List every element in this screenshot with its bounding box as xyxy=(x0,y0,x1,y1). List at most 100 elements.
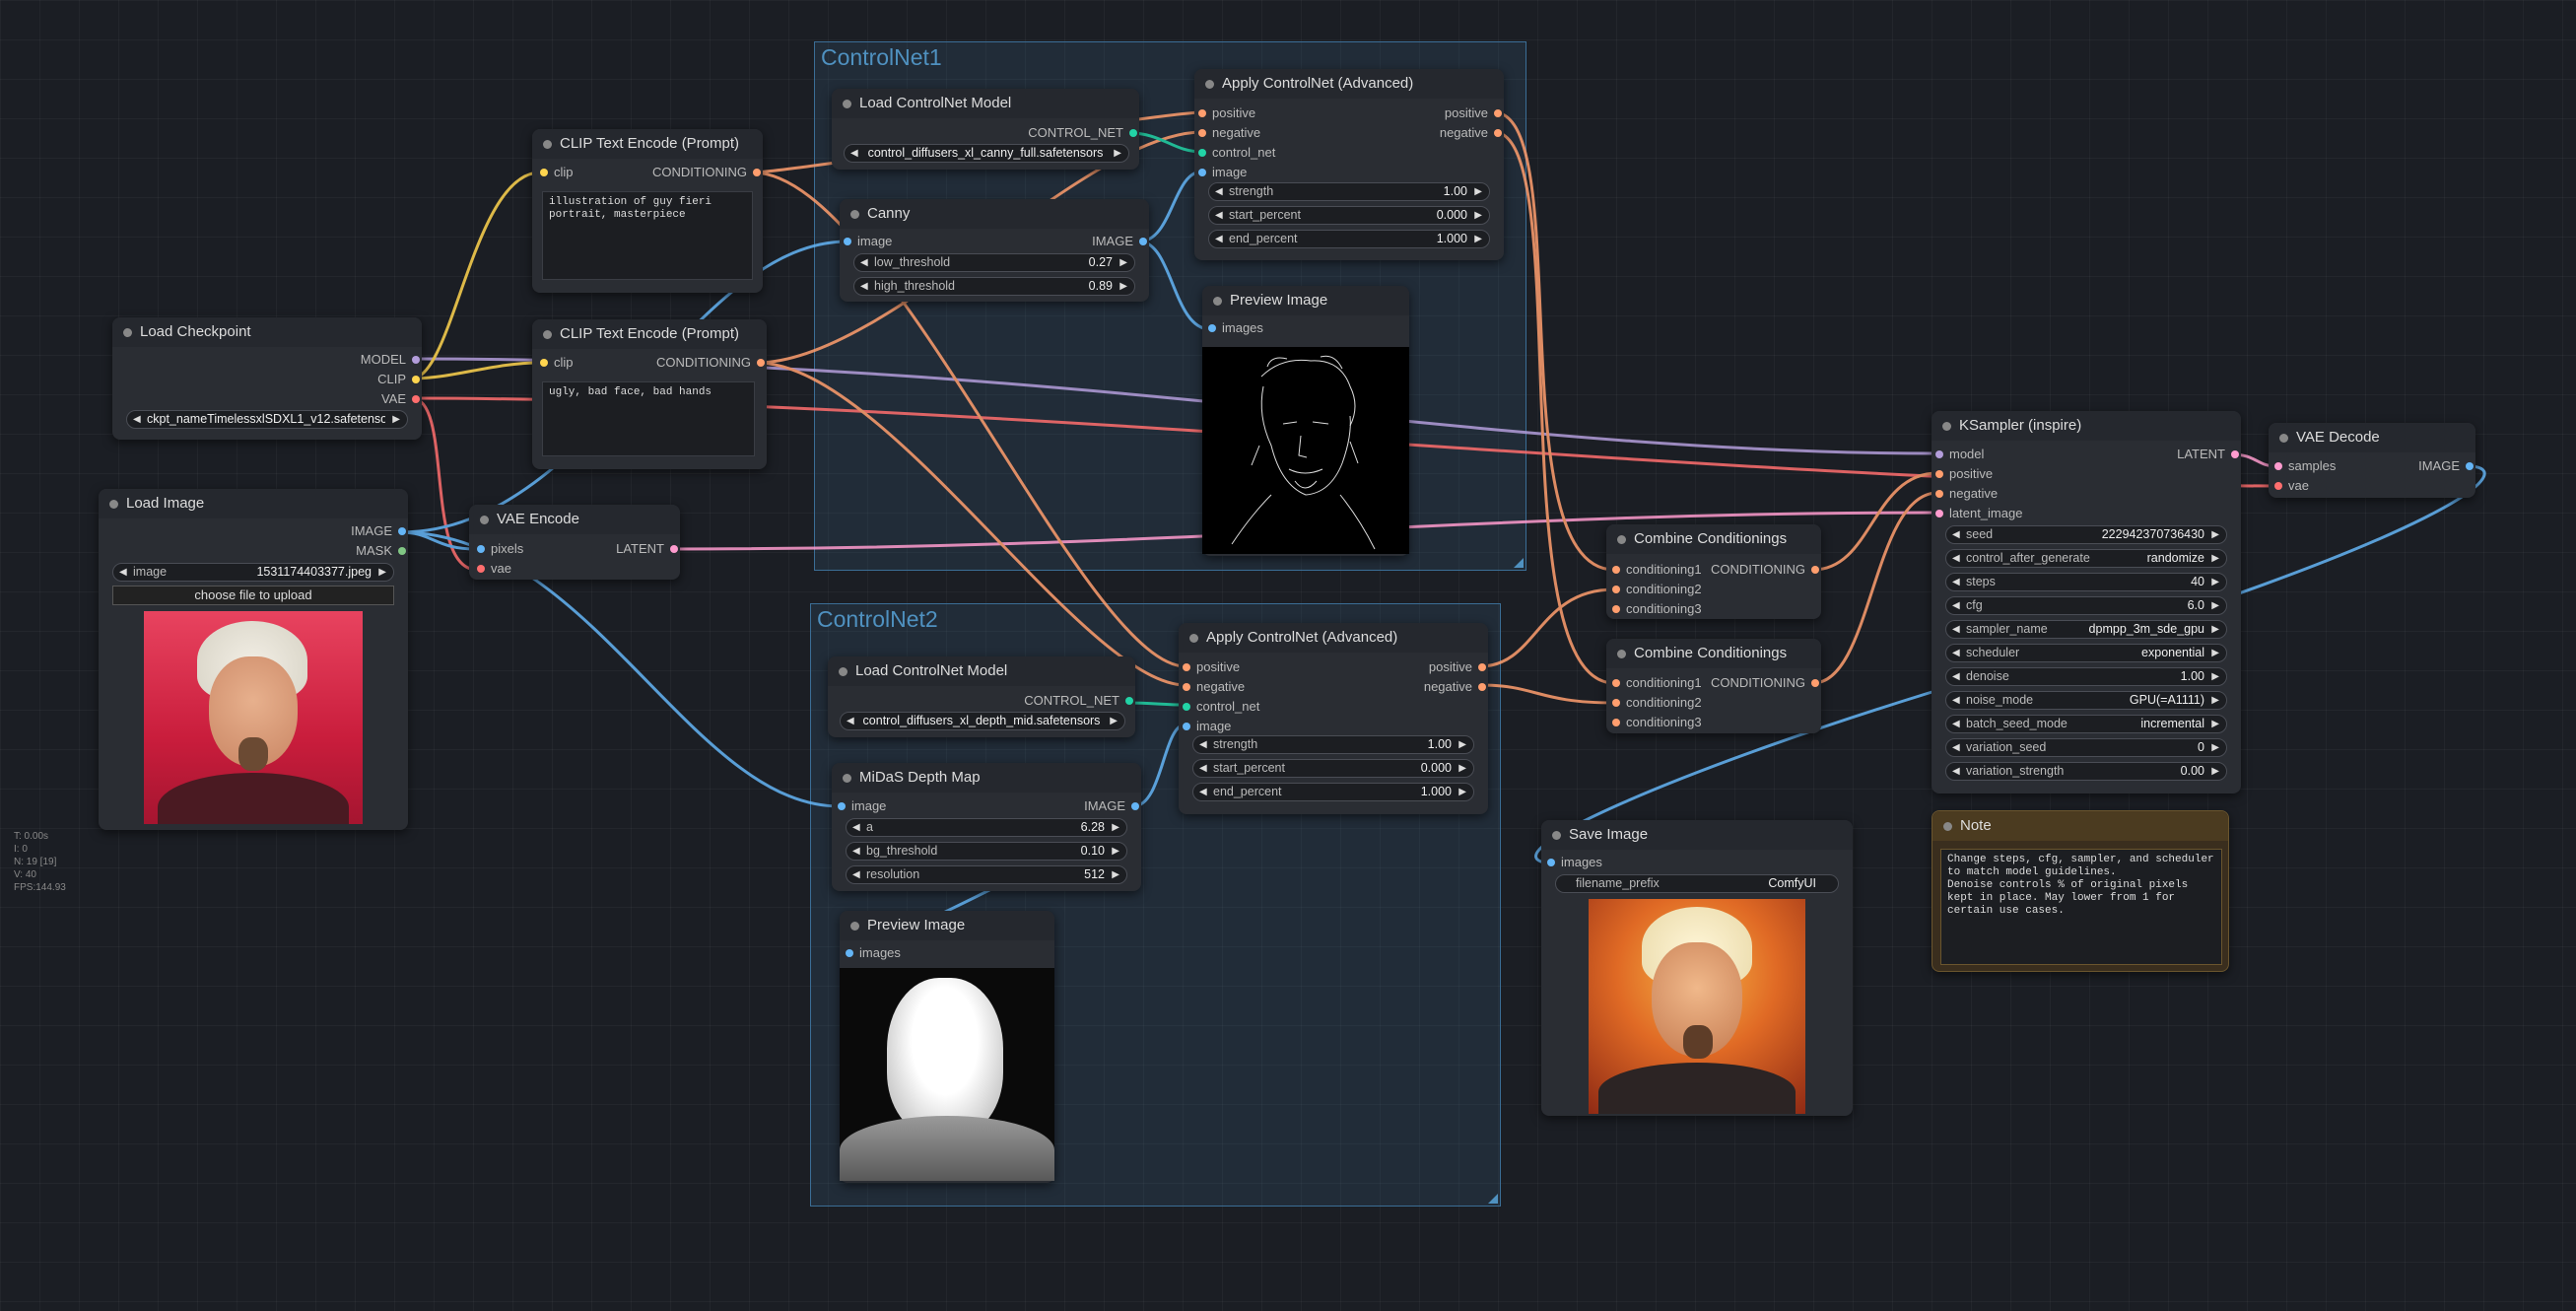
input-images[interactable]: images xyxy=(1208,319,1263,337)
node-canny[interactable]: Canny image IMAGE ◀ low_threshold 0.27 ▶ ◀ h… xyxy=(840,199,1149,302)
resolution-slider[interactable]: ◀ resolution 512 ▶ xyxy=(846,865,1127,884)
input-clip[interactable]: clip xyxy=(540,354,574,372)
control-after-generate-widget[interactable]: ◀ control_after_generate randomize ▶ xyxy=(1945,549,2227,568)
node-title[interactable]: VAE Encode xyxy=(469,505,680,534)
input-image[interactable]: image xyxy=(1198,164,1247,181)
scheduler-widget[interactable]: ◀ scheduler exponential ▶ xyxy=(1945,644,2227,662)
node-clip-text-encode-positive[interactable]: CLIP Text Encode (Prompt) clip CONDITION… xyxy=(532,129,763,293)
prompt-textarea[interactable]: illustration of guy fieri portrait, mast… xyxy=(542,191,753,280)
group-resize-handle[interactable] xyxy=(1488,1194,1498,1204)
node-apply-controlnet-2[interactable]: Apply ControlNet (Advanced) positive neg… xyxy=(1179,623,1488,814)
input-positive[interactable]: positive xyxy=(1183,658,1240,676)
input-image[interactable]: image xyxy=(838,797,886,815)
input-conditioning1[interactable]: conditioning1 xyxy=(1612,561,1702,579)
collapse-dot[interactable] xyxy=(843,100,851,108)
output-positive[interactable]: positive xyxy=(1445,104,1502,122)
collapse-dot[interactable] xyxy=(1617,650,1626,658)
collapse-dot[interactable] xyxy=(480,516,489,524)
output-conditioning[interactable]: CONDITIONING xyxy=(652,164,761,181)
output-clip[interactable]: CLIP xyxy=(377,371,420,388)
denoise-widget[interactable]: ◀ denoise 1.00 ▶ xyxy=(1945,667,2227,686)
node-title[interactable]: KSampler (inspire) xyxy=(1932,411,2241,441)
input-conditioning3[interactable]: conditioning3 xyxy=(1612,600,1702,618)
strength-slider[interactable]: ◀ strength 1.00 ▶ xyxy=(1208,182,1490,201)
node-title[interactable]: Load Image xyxy=(99,489,408,518)
input-conditioning2[interactable]: conditioning2 xyxy=(1612,581,1702,598)
prompt-textarea[interactable]: ugly, bad face, bad hands xyxy=(542,381,755,456)
node-load-controlnet-model-2[interactable]: Load ControlNet Model CONTROL_NET ◀ contr… xyxy=(828,656,1135,737)
seed-widget[interactable]: ◀ seed 222942370736430 ▶ xyxy=(1945,525,2227,544)
collapse-dot[interactable] xyxy=(850,922,859,931)
variation-strength-widget[interactable]: ◀ variation_strength 0.00 ▶ xyxy=(1945,762,2227,781)
collapse-dot[interactable] xyxy=(1189,634,1198,643)
upload-button[interactable]: choose file to upload xyxy=(112,586,394,605)
node-combine-conditionings-1[interactable]: Combine Conditionings conditioning1 cond… xyxy=(1606,524,1821,619)
steps-widget[interactable]: ◀ steps 40 ▶ xyxy=(1945,573,2227,591)
output-image[interactable]: IMAGE xyxy=(1084,797,1139,815)
input-conditioning3[interactable]: conditioning3 xyxy=(1612,714,1702,731)
ckpt-name-combo[interactable]: ◀ ckpt_nameTimelessxlSDXL1_v12.safetensor… xyxy=(126,410,408,429)
collapse-dot[interactable] xyxy=(850,210,859,219)
output-image[interactable]: IMAGE xyxy=(351,522,406,540)
node-title[interactable]: Load ControlNet Model xyxy=(828,656,1135,686)
collapse-dot[interactable] xyxy=(109,500,118,509)
collapse-dot[interactable] xyxy=(543,140,552,149)
input-samples[interactable]: samples xyxy=(2274,457,2336,475)
filename-prefix-field[interactable]: filename_prefix ComfyUI xyxy=(1555,874,1839,893)
node-title[interactable]: CLIP Text Encode (Prompt) xyxy=(532,319,767,349)
node-title[interactable]: Preview Image xyxy=(1202,286,1409,315)
output-negative[interactable]: negative xyxy=(1440,124,1502,142)
collapse-dot[interactable] xyxy=(839,667,847,676)
node-load-controlnet-model-1[interactable]: Load ControlNet Model CONTROL_NET ◀ contr… xyxy=(832,89,1139,170)
sampler-name-widget[interactable]: ◀ sampler_name dpmpp_3m_sde_gpu ▶ xyxy=(1945,620,2227,639)
input-vae[interactable]: vae xyxy=(2274,477,2309,495)
output-image[interactable]: IMAGE xyxy=(1092,233,1147,250)
node-title[interactable]: Preview Image xyxy=(840,911,1054,940)
output-control-net[interactable]: CONTROL_NET xyxy=(1024,692,1133,710)
node-vae-decode[interactable]: VAE Decode samples vae IMAGE xyxy=(2269,423,2475,498)
high-threshold-slider[interactable]: ◀ high_threshold 0.89 ▶ xyxy=(853,277,1135,296)
node-title[interactable]: CLIP Text Encode (Prompt) xyxy=(532,129,763,159)
input-conditioning2[interactable]: conditioning2 xyxy=(1612,694,1702,712)
input-image[interactable]: image xyxy=(844,233,892,250)
collapse-dot[interactable] xyxy=(123,328,132,337)
collapse-dot[interactable] xyxy=(1617,535,1626,544)
node-title[interactable]: Combine Conditionings xyxy=(1606,639,1821,668)
node-apply-controlnet-1[interactable]: Apply ControlNet (Advanced) positive neg… xyxy=(1194,69,1504,260)
collapse-dot[interactable] xyxy=(1213,297,1222,306)
collapse-dot[interactable] xyxy=(1943,822,1952,831)
node-title[interactable]: Apply ControlNet (Advanced) xyxy=(1194,69,1504,99)
output-conditioning[interactable]: CONDITIONING xyxy=(1711,674,1819,692)
bg-threshold-slider[interactable]: ◀ bg_threshold 0.10 ▶ xyxy=(846,842,1127,861)
input-control-net[interactable]: control_net xyxy=(1198,144,1275,162)
collapse-dot[interactable] xyxy=(1552,831,1561,840)
collapse-dot[interactable] xyxy=(2279,434,2288,443)
strength-slider[interactable]: ◀ strength 1.00 ▶ xyxy=(1192,735,1474,754)
node-title[interactable]: Load Checkpoint xyxy=(112,317,422,347)
controlnet-name-combo[interactable]: ◀ control_diffusers_xl_canny_full.safeten… xyxy=(844,144,1129,163)
output-latent[interactable]: LATENT xyxy=(616,540,678,558)
controlnet-name-combo[interactable]: ◀ control_diffusers_xl_depth_mid.safetens… xyxy=(840,712,1125,730)
image-combo[interactable]: ◀ image 1531174403377.jpeg ▶ xyxy=(112,563,394,582)
node-ksampler-inspire[interactable]: KSampler (inspire) model positive negati… xyxy=(1932,411,2241,794)
output-positive[interactable]: positive xyxy=(1429,658,1486,676)
output-latent[interactable]: LATENT xyxy=(2177,446,2239,463)
output-control-net[interactable]: CONTROL_NET xyxy=(1028,124,1137,142)
input-pixels[interactable]: pixels xyxy=(477,540,523,558)
output-conditioning[interactable]: CONDITIONING xyxy=(1711,561,1819,579)
input-image[interactable]: image xyxy=(1183,718,1231,735)
a-slider[interactable]: ◀ a 6.28 ▶ xyxy=(846,818,1127,837)
batch-seed-mode-widget[interactable]: ◀ batch_seed_mode incremental ▶ xyxy=(1945,715,2227,733)
end-percent-slider[interactable]: ◀ end_percent 1.000 ▶ xyxy=(1208,230,1490,248)
input-negative[interactable]: negative xyxy=(1198,124,1260,142)
input-model[interactable]: model xyxy=(1935,446,1984,463)
node-load-image[interactable]: Load Image IMAGE MASK ◀ image 153117440337… xyxy=(99,489,408,830)
noise-mode-widget[interactable]: ◀ noise_mode GPU(=A1111) ▶ xyxy=(1945,691,2227,710)
input-images[interactable]: images xyxy=(1547,854,1602,871)
node-title[interactable]: Canny xyxy=(840,199,1149,229)
collapse-dot[interactable] xyxy=(543,330,552,339)
variation-seed-widget[interactable]: ◀ variation_seed 0 ▶ xyxy=(1945,738,2227,757)
node-title[interactable]: Combine Conditionings xyxy=(1606,524,1821,554)
input-negative[interactable]: negative xyxy=(1183,678,1245,696)
collapse-dot[interactable] xyxy=(1942,422,1951,431)
